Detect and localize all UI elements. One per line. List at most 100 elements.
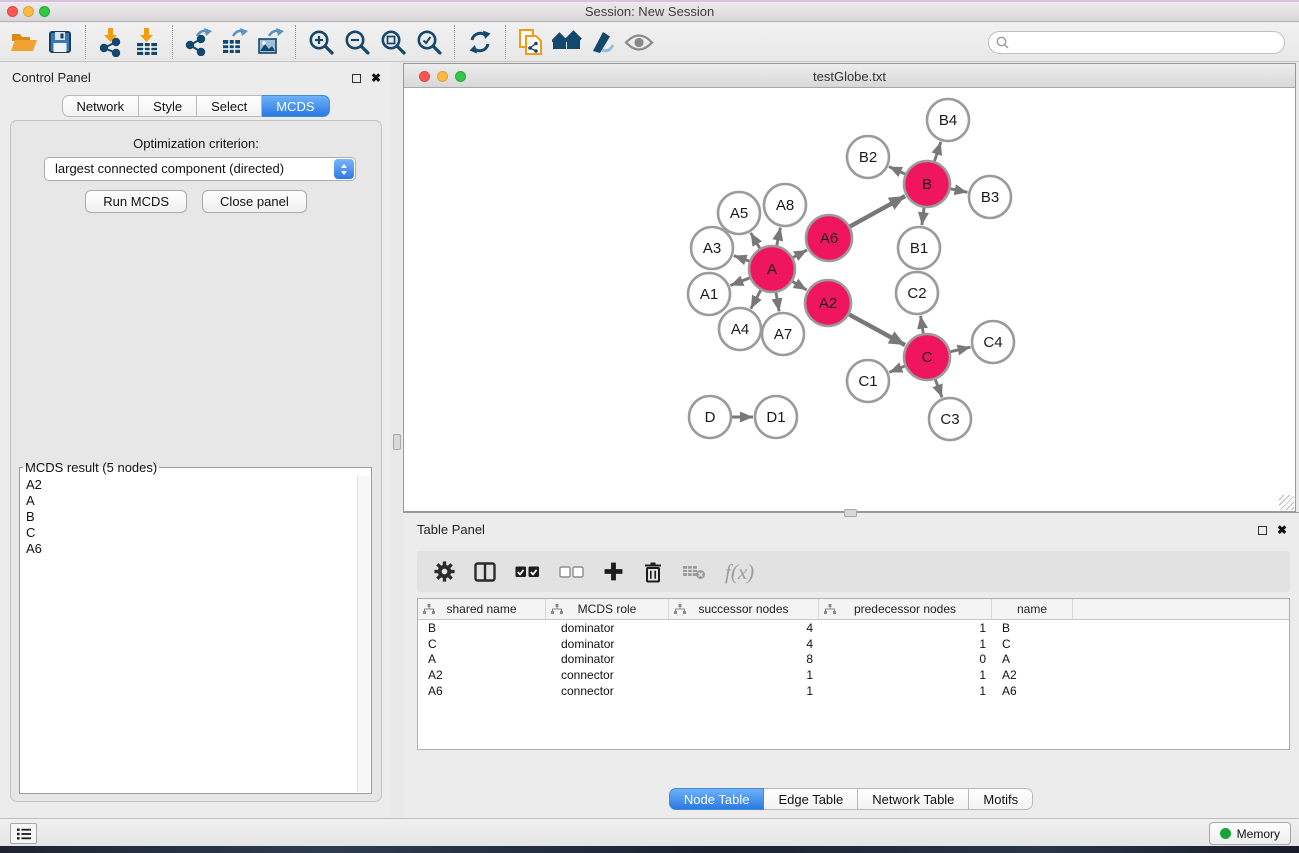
select-all-rows-button[interactable] [515,565,540,578]
zoom-fit-button[interactable] [375,25,411,59]
edge-B-B4[interactable] [934,142,940,161]
hide-selected-button[interactable] [585,25,621,59]
tab-select[interactable]: Select [197,95,262,117]
table-row[interactable]: Cdominator41C [418,636,1289,652]
edge-A-A4[interactable] [751,290,761,309]
mcds-result-item[interactable]: C [26,525,365,541]
close-table-panel-icon[interactable]: ✖ [1277,524,1287,536]
table-settings-button[interactable] [434,561,455,582]
edge-B-B3[interactable] [951,189,968,193]
apply-layout-button[interactable] [462,25,498,59]
edge-A6-B[interactable] [850,196,905,226]
node-D1[interactable]: D1 [755,396,797,438]
run-mcds-button[interactable]: Run MCDS [85,190,187,213]
close-panel-button[interactable]: Close panel [202,190,307,213]
mcds-result-item[interactable]: A2 [26,477,365,493]
edge-A-A7[interactable] [776,293,779,312]
mcds-result-item[interactable]: B [26,509,365,525]
node-A6[interactable]: A6 [806,215,852,261]
edge-C-C2[interactable] [921,316,924,334]
node-A2[interactable]: A2 [805,280,851,326]
table-row[interactable]: A6connector11A6 [418,683,1289,699]
edge-C-C3[interactable] [935,380,942,398]
tab-motifs[interactable]: Motifs [969,788,1033,810]
edge-C-C4[interactable] [950,347,970,352]
column-header-predecessor-nodes[interactable]: predecessor nodes [819,599,992,619]
deselect-all-rows-button[interactable] [559,565,584,578]
node-B[interactable]: B [904,161,950,207]
node-A3[interactable]: A3 [691,227,733,269]
node-A5[interactable]: A5 [718,192,760,234]
edge-B-B1[interactable] [922,208,924,225]
edge-A-A3[interactable] [734,256,750,261]
export-network-button[interactable] [180,25,216,59]
node-B4[interactable]: B4 [927,99,969,141]
node-C3[interactable]: C3 [929,398,971,440]
show-all-button[interactable] [621,25,657,59]
first-neighbors-button[interactable] [549,25,585,59]
import-network-button[interactable] [93,25,129,59]
optimization-criterion-select[interactable]: largest connected component (directed) [44,157,356,181]
tab-network-table[interactable]: Network Table [858,788,969,810]
add-column-button[interactable] [603,561,624,582]
table-row[interactable]: A2connector11A2 [418,667,1289,683]
task-history-button[interactable] [10,823,37,844]
zoom-out-button[interactable] [339,25,375,59]
import-table-button[interactable] [129,25,165,59]
tab-style[interactable]: Style [139,95,197,117]
node-A1[interactable]: A1 [688,273,730,315]
node-A7[interactable]: A7 [762,313,804,355]
memory-button[interactable]: Memory [1209,822,1291,845]
vertical-splitter-grip[interactable] [393,434,401,450]
close-panel-icon[interactable]: ✖ [371,72,381,84]
network-canvas[interactable]: A A1 A2 A3 A4 A5 A6 A7 A8 B B1 B2 B3B4 C C1 C2 C3C4 D D1 [404,89,1295,511]
edge-A-A6[interactable] [793,250,807,258]
node-A4[interactable]: A4 [719,308,761,350]
open-session-button[interactable] [6,25,42,59]
export-image-button[interactable] [252,25,288,59]
column-header-shared-name[interactable]: shared name [418,599,546,619]
node-B1[interactable]: B1 [898,227,940,269]
mcds-result-item[interactable]: A [26,493,365,509]
edge-A-A5[interactable] [751,233,760,249]
node-C1[interactable]: C1 [847,360,889,402]
table-row[interactable]: Bdominator41B [418,620,1289,636]
node-B2[interactable]: B2 [847,136,889,178]
zoom-selected-button[interactable] [411,25,447,59]
node-A8[interactable]: A8 [764,184,806,226]
node-D[interactable]: D [689,396,731,438]
tab-mcds[interactable]: MCDS [262,95,329,117]
tab-edge-table[interactable]: Edge Table [764,788,858,810]
edge-A2-C[interactable] [849,314,905,345]
tab-node-table[interactable]: Node Table [669,788,765,810]
edge-A-A2[interactable] [793,281,807,290]
edge-A-A8[interactable] [777,228,781,246]
search-box[interactable] [988,31,1285,54]
column-header-name[interactable]: name [992,599,1073,619]
node-C2[interactable]: C2 [896,272,938,314]
window-resize-grip[interactable] [1279,495,1294,510]
edge-A-A1[interactable] [730,278,749,286]
zoom-in-button[interactable] [303,25,339,59]
delete-column-button[interactable] [643,561,663,583]
column-header-successor-nodes[interactable]: successor nodes [669,599,819,619]
new-network-from-selection-button[interactable] [513,25,549,59]
float-table-panel-icon[interactable] [1258,526,1267,535]
horizontal-splitter-grip[interactable] [844,509,857,517]
show-columns-button[interactable] [474,562,496,582]
node-A[interactable]: A [749,246,795,292]
edge-B-B2[interactable] [889,167,905,174]
node-C4[interactable]: C4 [972,321,1014,363]
node-B3[interactable]: B3 [969,176,1011,218]
column-header-MCDS-role[interactable]: MCDS role [546,599,669,619]
search-input[interactable] [1014,34,1277,50]
network-graph[interactable]: A A1 A2 A3 A4 A5 A6 A7 A8 B B1 B2 B3B4 C C1 C2 C3C4 D D1 [404,89,1295,511]
mcds-result-item[interactable]: A6 [26,541,365,557]
node-C[interactable]: C [904,334,950,380]
export-table-button[interactable] [216,25,252,59]
tab-network[interactable]: Network [61,95,139,117]
save-session-button[interactable] [42,25,78,59]
edge-C-C1[interactable] [889,366,904,372]
table-row[interactable]: Adominator80A [418,651,1289,667]
float-panel-icon[interactable] [352,74,361,83]
